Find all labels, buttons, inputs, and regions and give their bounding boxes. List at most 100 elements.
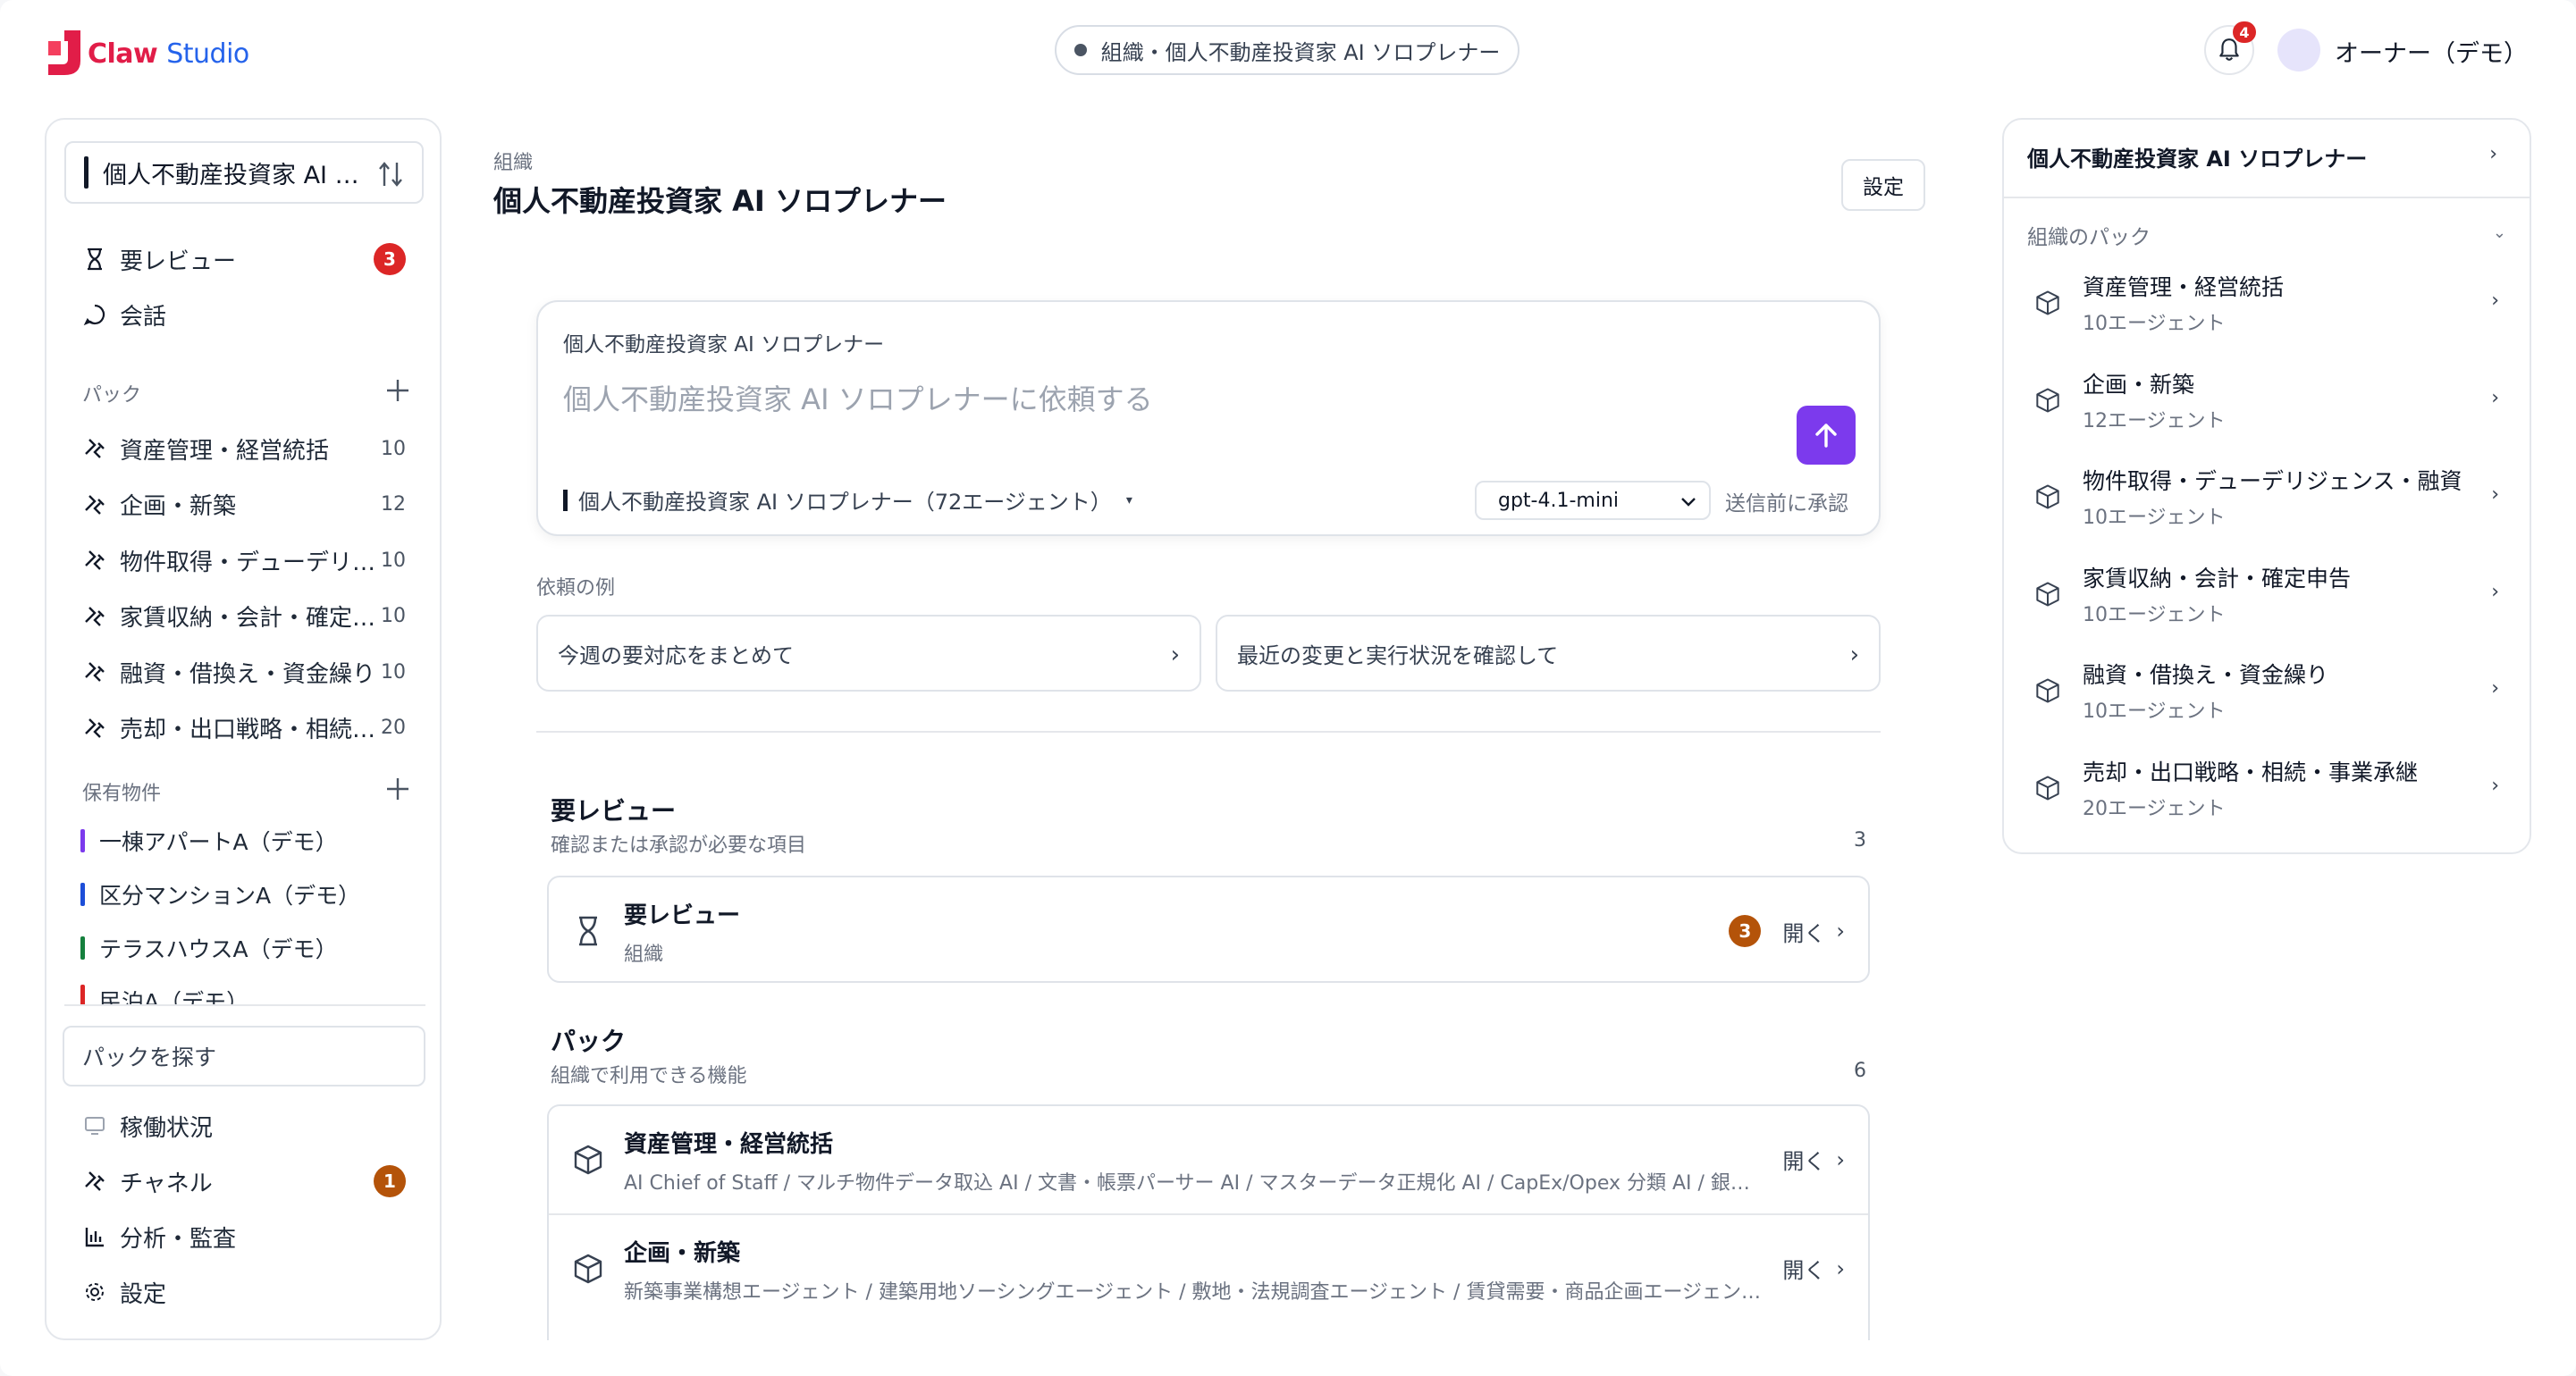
property-label: 民泊A（デモ） bbox=[99, 989, 249, 1006]
add-property-plus-icon[interactable] bbox=[383, 774, 413, 804]
open-button[interactable]: 3 開く › bbox=[1729, 915, 1845, 947]
property-item[interactable]: 民泊A（デモ） bbox=[80, 979, 248, 1006]
org-panel-title[interactable]: 個人不動産投資家 AI ソロプレナー bbox=[2027, 141, 2367, 172]
row-title: 企画・新築 bbox=[624, 1240, 741, 1267]
settings-button[interactable]: 設定 bbox=[1841, 159, 1925, 211]
sidebar-item-pack[interactable]: 売却・出口戦略・相続・事業承継20 bbox=[64, 703, 424, 753]
org-packs-section-label[interactable]: 組織のパック bbox=[2027, 220, 2151, 250]
chevron-right-icon: › bbox=[2491, 677, 2499, 700]
swap-vertical-icon bbox=[379, 162, 402, 187]
open-button[interactable]: 開く › bbox=[1782, 1144, 1845, 1175]
org-pack-item[interactable]: 物件取得・デューデリジェンス・融資 10エージェント › bbox=[2004, 449, 2530, 546]
chevron-right-icon: › bbox=[2491, 289, 2499, 312]
notifications-button[interactable]: 4 bbox=[2204, 21, 2256, 75]
request-composer: 個人不動産投資家 AI ソロプレナー 個人不動産投資家 AI ソロプレナーに依頼… bbox=[536, 300, 1881, 536]
property-item[interactable]: テラスハウスA（デモ） bbox=[80, 926, 338, 970]
sidebar-item-channels[interactable]: チャネル 1 bbox=[64, 1156, 424, 1206]
sidebar-item-label: 資産管理・経営統括 bbox=[120, 437, 330, 465]
chevron-right-icon[interactable]: › bbox=[2489, 143, 2497, 165]
approve-before-send-toggle[interactable]: 送信前に承認 bbox=[1725, 486, 1848, 516]
chevron-right-icon: › bbox=[1170, 642, 1180, 668]
property-item[interactable]: 区分マンションA（デモ） bbox=[80, 872, 360, 917]
model-select-value: gpt-4.1-mini bbox=[1498, 489, 1620, 512]
org-pack-item[interactable]: 家賃収納・会計・確定申告 10エージェント › bbox=[2004, 547, 2530, 643]
example-request-button[interactable]: 最近の変更と実行状況を確認して › bbox=[1216, 615, 1881, 692]
row-title: 資産管理・経営統括 bbox=[624, 1131, 834, 1158]
sidebar-item-settings[interactable]: 設定 bbox=[64, 1267, 424, 1317]
row-subtitle: AI Chief of Staff / マルチ物件データ取込 AI / 文書・帳… bbox=[624, 1172, 1768, 1195]
org-context-label: 組織・個人不動産投資家 AI ソロプレナー bbox=[1100, 39, 1501, 65]
pack-agents-icon bbox=[82, 548, 107, 573]
chat-bubble-icon bbox=[82, 302, 107, 327]
pack-agent-count: 10エージェント bbox=[2083, 603, 2226, 626]
hourglass-icon bbox=[82, 247, 107, 272]
package-icon bbox=[2036, 582, 2059, 606]
pack-agent-count: 10エージェント bbox=[2083, 313, 2226, 335]
open-button[interactable]: 開く › bbox=[1782, 1253, 1845, 1284]
avatar[interactable] bbox=[2277, 29, 2320, 71]
chevron-right-icon: › bbox=[2491, 483, 2499, 506]
sidebar-item-pack[interactable]: 家賃収納・会計・確定申告 10 bbox=[64, 592, 424, 642]
chevron-right-icon: › bbox=[2491, 386, 2499, 409]
breadcrumb[interactable]: 組織 bbox=[493, 147, 533, 175]
list-item[interactable]: 企画・新築 新築事業構想エージェント / 建築用地ソーシングエージェント / 敷… bbox=[549, 1215, 1868, 1322]
claw-logo-icon bbox=[48, 30, 80, 75]
sidebar-item-label: 融資・借換え・資金繰り bbox=[120, 660, 376, 688]
packs-section-title: パック bbox=[551, 1027, 627, 1056]
sidebar-item-analytics[interactable]: 分析・監査 bbox=[64, 1212, 424, 1262]
org-selector[interactable]: 個人不動産投資家 AI ソロプレナー bbox=[64, 141, 424, 204]
logo-studio-text: Studio bbox=[166, 38, 249, 70]
sidebar-item-review[interactable]: 要レビュー 3 bbox=[64, 234, 424, 284]
property-label: 区分マンションA（デモ） bbox=[99, 883, 361, 909]
sidebar-item-pack[interactable]: 融資・借換え・資金繰り 10 bbox=[64, 647, 424, 697]
pack-agents-icon bbox=[82, 604, 107, 629]
agent-scope-selector[interactable]: 個人不動産投資家 AI ソロプレナー（72エージェント） ▾ bbox=[563, 484, 1132, 516]
sidebar-item-conversations[interactable]: 会話 bbox=[64, 289, 424, 340]
list-item[interactable]: 要レビュー 組織 3 開く › bbox=[549, 877, 1868, 985]
user-name[interactable]: オーナー（デモ） bbox=[2335, 34, 2528, 69]
review-count-badge: 3 bbox=[1729, 915, 1762, 947]
scope-color-bar bbox=[563, 489, 568, 511]
chevron-down-icon[interactable]: ⌄ bbox=[2493, 223, 2506, 242]
pack-agents-icon bbox=[82, 436, 107, 461]
review-section-title: 要レビュー bbox=[551, 796, 677, 826]
sidebar-item-pack[interactable]: 企画・新築 12 bbox=[64, 480, 424, 530]
package-icon bbox=[2036, 678, 2059, 703]
org-pack-item[interactable]: 融資・借換え・資金繰り 10エージェント › bbox=[2004, 643, 2530, 740]
pack-agent-count: 10 bbox=[381, 605, 406, 627]
sidebar-item-status[interactable]: 稼働状況 bbox=[64, 1101, 424, 1151]
list-item[interactable]: 資産管理・経営統括 AI Chief of Staff / マルチ物件データ取込… bbox=[549, 1106, 1868, 1213]
sidebar-item-label: 要レビュー bbox=[120, 248, 237, 275]
org-pack-item[interactable]: 資産管理・経営統括 10エージェント › bbox=[2004, 256, 2530, 352]
org-pack-item[interactable]: 売却・出口戦略・相続・事業承継 20エージェント › bbox=[2004, 741, 2530, 837]
pack-agent-count: 10エージェント bbox=[2083, 507, 2226, 529]
package-icon bbox=[574, 1254, 602, 1284]
logo[interactable]: Claw Studio bbox=[45, 27, 249, 80]
property-label: テラスハウスA（デモ） bbox=[99, 936, 338, 962]
property-item[interactable]: 一棟アパートA（デモ） bbox=[80, 818, 338, 863]
add-pack-plus-icon[interactable] bbox=[383, 375, 413, 406]
send-button[interactable] bbox=[1797, 406, 1856, 465]
properties-section-label: 保有物件 bbox=[82, 783, 162, 805]
pack-agent-count: 10エージェント bbox=[2083, 701, 2226, 723]
property-color-bar bbox=[80, 883, 85, 906]
search-pack-input[interactable]: パックを探す bbox=[63, 1026, 425, 1087]
monitor-icon bbox=[82, 1113, 107, 1138]
open-label: 開く bbox=[1782, 920, 1826, 946]
package-icon bbox=[2036, 388, 2059, 412]
pack-title: 企画・新築 bbox=[2083, 371, 2195, 398]
request-input[interactable]: 個人不動産投資家 AI ソロプレナーに依頼する bbox=[563, 377, 1153, 418]
org-context-pill[interactable]: 組織・個人不動産投資家 AI ソロプレナー bbox=[1055, 25, 1520, 75]
pack-title: 家賃収納・会計・確定申告 bbox=[2083, 565, 2352, 592]
sidebar-item-pack[interactable]: 物件取得・デューデリジェンス・融資10 bbox=[64, 535, 424, 585]
sidebar-item-pack[interactable]: 資産管理・経営統括 10 bbox=[64, 424, 424, 474]
sidebar-item-label: 物件取得・デューデリジェンス・融資 bbox=[120, 549, 381, 576]
chevron-down-icon bbox=[1681, 498, 1696, 507]
property-label: 一棟アパートA（デモ） bbox=[99, 829, 338, 855]
org-pack-item[interactable]: 企画・新築 12エージェント › bbox=[2004, 353, 2530, 449]
example-request-button[interactable]: 今週の要対応をまとめて › bbox=[536, 615, 1201, 692]
packs-section-count: 6 bbox=[1854, 1060, 1866, 1082]
packs-card: 資産管理・経営統括 AI Chief of Staff / マルチ物件データ取込… bbox=[547, 1104, 1870, 1340]
panel-divider bbox=[2004, 197, 2530, 198]
model-select[interactable]: gpt-4.1-mini bbox=[1475, 481, 1711, 520]
